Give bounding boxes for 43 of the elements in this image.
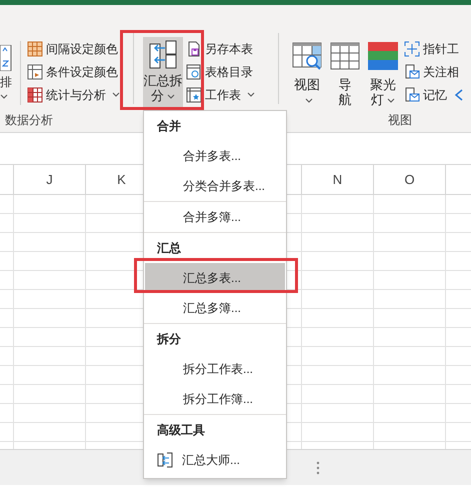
view-button[interactable]: 聚光灯 — [366, 42, 400, 111]
sheet-icon — [186, 86, 202, 102]
caret-icon — [167, 94, 175, 100]
view-button[interactable]: 视图 — [290, 42, 324, 111]
group-label: 数据分析 — [4, 112, 54, 129]
more-options-icon[interactable] — [315, 460, 321, 474]
column-header: K — [117, 170, 126, 189]
merge-arrows-icon — [149, 40, 177, 70]
grid-magnifier-icon — [292, 42, 322, 72]
ribbon-item[interactable]: 表格目录 — [186, 60, 255, 83]
document-icon — [186, 64, 202, 80]
crosshair-icon — [404, 40, 420, 56]
menu-section-header: 拆分 — [156, 331, 182, 348]
view-button[interactable]: 导航 — [330, 42, 360, 111]
sort-button[interactable]: 排 — [0, 37, 14, 111]
ribbon-item[interactable]: 另存本表 — [186, 37, 255, 60]
ribbon-item[interactable]: 统计与分析 — [27, 83, 120, 106]
sort-icon — [0, 45, 12, 71]
menu-section-header: 合并 — [156, 118, 182, 135]
column-header: O — [404, 170, 415, 189]
column-header: J — [46, 170, 53, 189]
caret-icon — [0, 94, 8, 99]
ribbon-item[interactable]: 指针工 — [404, 37, 464, 60]
table-icon — [27, 40, 43, 56]
note-icon — [404, 64, 420, 80]
save-icon — [186, 40, 202, 56]
menu-section-header: 汇总 — [156, 240, 182, 257]
group-label: 视图 — [388, 112, 412, 129]
color-bars-icon — [368, 42, 398, 72]
menu-item[interactable]: 汇总多表... — [145, 263, 285, 293]
ribbon-item[interactable]: 工作表 — [186, 83, 255, 106]
ribbon-item[interactable]: 记忆 — [404, 83, 464, 106]
grid-icon — [330, 42, 360, 72]
menu-section-header: 高级工具 — [156, 422, 206, 439]
table-icon — [27, 64, 43, 80]
column-header: N — [332, 170, 342, 189]
table-icon — [27, 86, 43, 102]
ribbon-item[interactable]: 间隔设定颜色 — [27, 37, 120, 60]
note-icon — [404, 86, 420, 102]
ribbon-item[interactable]: 关注相 — [404, 60, 464, 83]
arrow-left-icon — [454, 88, 464, 100]
merge-arrows-icon — [157, 452, 173, 468]
ribbon-item[interactable]: 条件设定颜色 — [27, 60, 120, 83]
